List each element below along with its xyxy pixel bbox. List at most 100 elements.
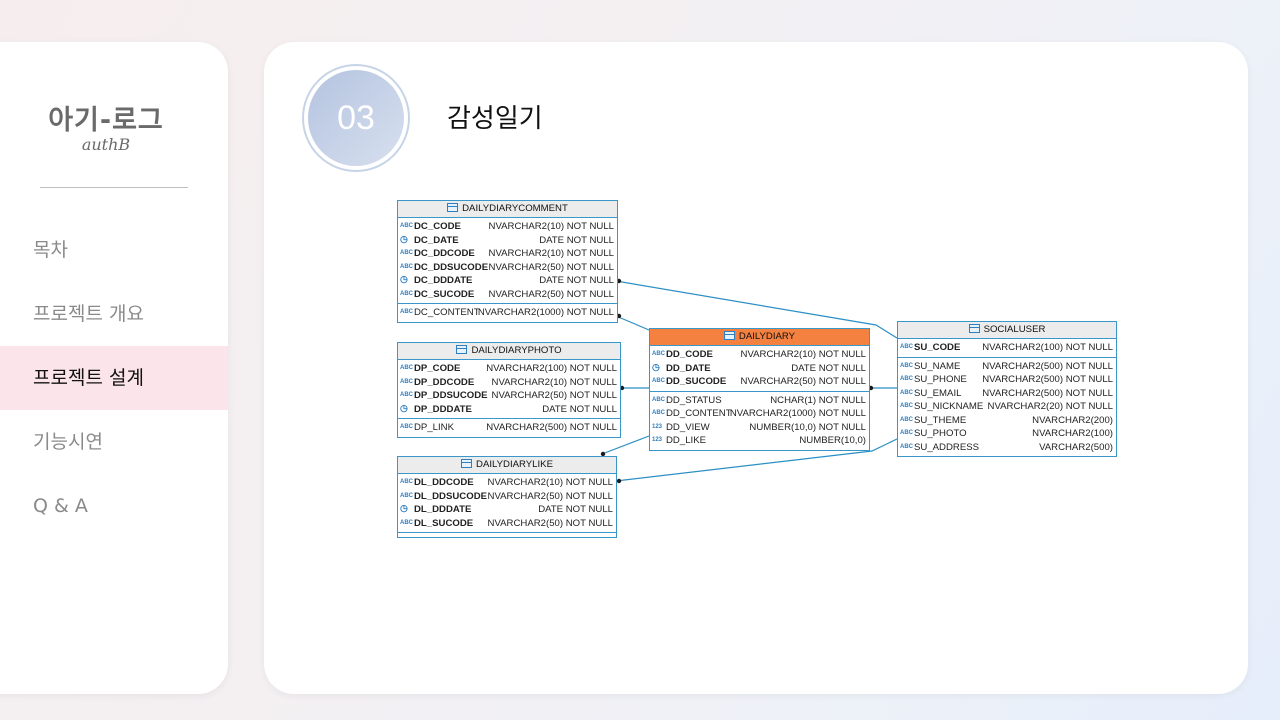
column-dl-ddcode[interactable]: ABC DL_DDCODE NVARCHAR2(10) NOT NULL xyxy=(398,476,616,490)
column-su-nickname[interactable]: ABC SU_NICKNAME NVARCHAR2(20) NOT NULL xyxy=(898,400,1116,414)
column-name: DC_CONTENT xyxy=(414,307,480,318)
column-type: NVARCHAR2(10) NOT NULL xyxy=(488,221,614,232)
column-name: DP_DDDATE xyxy=(414,403,472,415)
table-name: DAILYDIARYPHOTO xyxy=(471,345,562,356)
column-dl-ddsucode[interactable]: ABC DL_DDSUCODE NVARCHAR2(50) NOT NULL xyxy=(398,490,616,504)
column-dd-view[interactable]: 123 DD_VIEW NUMBER(10,0) NOT NULL xyxy=(650,421,869,435)
date-type-icon: ◷ xyxy=(400,402,408,413)
column-dd-sucode[interactable]: ABC DD_SUCODE NVARCHAR2(50) NOT NULL xyxy=(650,375,869,389)
column-name: SU_PHOTO xyxy=(914,428,967,439)
key-separator xyxy=(398,532,616,533)
column-type: NVARCHAR2(200) xyxy=(1032,414,1113,426)
column-type: NVARCHAR2(10) NOT NULL xyxy=(487,477,613,488)
column-type: DATE NOT NULL xyxy=(538,504,613,515)
text-type-icon: ABC xyxy=(900,376,913,382)
column-name: DP_CODE xyxy=(414,363,461,374)
key-separator xyxy=(398,303,617,304)
table-socialuser[interactable]: SOCIALUSER ABC SU_CODE NVARCHAR2(100) NOT N… xyxy=(897,321,1117,457)
table-header: SOCIALUSER xyxy=(898,322,1116,339)
table-icon xyxy=(461,459,473,468)
table-icon xyxy=(447,203,459,212)
column-name: DD_LIKE xyxy=(666,435,706,446)
text-type-icon: ABC xyxy=(400,378,413,385)
number-type-icon: 123 xyxy=(652,437,663,443)
column-name: DC_DDSUCODE xyxy=(414,261,489,273)
key-separator xyxy=(898,356,1116,358)
table-dailydiary[interactable]: DAILYDIARY ABC DD_CODE NVARCHAR2(10) NOT NU… xyxy=(649,328,870,451)
column-su-name[interactable]: ABC SU_NAME NVARCHAR2(500) NOT NULL xyxy=(898,360,1116,374)
column-dd-content[interactable]: ABC DD_CONTENT NVARCHAR2(1000) NOT NULL xyxy=(650,407,869,421)
table-dailydiaryphoto[interactable]: DAILYDIARYPHOTO ABC DP_CODE NVARCHAR2(100) … xyxy=(397,342,621,438)
column-type: NUMBER(10,0) NOT NULL xyxy=(749,421,866,433)
column-su-theme[interactable]: ABC SU_THEME NVARCHAR2(200) xyxy=(898,414,1116,428)
column-name: DP_DDCODE xyxy=(414,376,475,388)
table-header: DAILYDIARYPHOTO xyxy=(398,343,620,360)
column-type: NUMBER(10,0) xyxy=(799,435,866,446)
text-type-icon: ABC xyxy=(400,365,413,371)
column-type: DATE NOT NULL xyxy=(791,362,866,374)
column-dd-status[interactable]: ABC DD_STATUS NCHAR(1) NOT NULL xyxy=(650,394,869,408)
column-type: NVARCHAR2(50) NOT NULL xyxy=(488,261,614,273)
key-separator xyxy=(650,390,869,392)
text-type-icon: ABC xyxy=(400,519,413,526)
column-su-address[interactable]: ABC SU_ADDRESS VARCHAR2(500) xyxy=(898,441,1116,455)
column-type: NVARCHAR2(50) NOT NULL xyxy=(740,376,866,387)
column-dp-code[interactable]: ABC DP_CODE NVARCHAR2(100) NOT NULL xyxy=(398,362,620,376)
column-type: NVARCHAR2(100) NOT NULL xyxy=(982,342,1113,353)
date-type-icon: ◷ xyxy=(400,233,408,244)
column-name: DL_SUCODE xyxy=(414,517,474,529)
text-type-icon: ABC xyxy=(652,351,665,357)
column-dl-dddate[interactable]: ◷ DL_DDDATE DATE NOT NULL xyxy=(398,503,616,517)
column-type: NVARCHAR2(500) NOT NULL xyxy=(982,387,1113,399)
column-su-phone[interactable]: ABC SU_PHONE NVARCHAR2(500) NOT NULL xyxy=(898,373,1116,387)
column-dp-link[interactable]: ABC DP_LINK NVARCHAR2(500) NOT NULL xyxy=(398,421,620,435)
column-dc-date[interactable]: ◷ DC_DATE DATE NOT NULL xyxy=(398,234,617,248)
column-dp-ddsucode[interactable]: ABC DP_DDSUCODE NVARCHAR2(50) NOT NULL xyxy=(398,389,620,403)
column-type: NVARCHAR2(500) NOT NULL xyxy=(982,374,1113,385)
column-dp-dddate[interactable]: ◷ DP_DDDATE DATE NOT NULL xyxy=(398,403,620,417)
column-name: DP_LINK xyxy=(414,422,454,433)
column-name: DL_DDCODE xyxy=(414,477,474,488)
relationship-dailydiarycomment-to-dailydiary xyxy=(615,315,650,331)
text-type-icon: ABC xyxy=(900,403,913,409)
column-dc-sucode[interactable]: ABC DC_SUCODE NVARCHAR2(50) NOT NULL xyxy=(398,288,617,302)
text-type-icon: ABC xyxy=(900,430,913,436)
column-type: VARCHAR2(500) xyxy=(1039,441,1113,453)
text-type-icon: ABC xyxy=(900,389,913,396)
text-type-icon: ABC xyxy=(400,492,413,499)
text-type-icon: ABC xyxy=(400,223,413,229)
table-dailydiarylike[interactable]: DAILYDIARYLIKE ABC DL_DDCODE NVARCHAR2(10) … xyxy=(397,456,617,538)
column-type: NVARCHAR2(10) NOT NULL xyxy=(488,248,614,259)
column-type: NVARCHAR2(1000) NOT NULL xyxy=(729,408,866,419)
column-su-photo[interactable]: ABC SU_PHOTO NVARCHAR2(100) xyxy=(898,427,1116,441)
column-dc-ddcode[interactable]: ABC DC_DDCODE NVARCHAR2(10) NOT NULL xyxy=(398,247,617,261)
column-type: NVARCHAR2(100) xyxy=(1032,428,1113,439)
column-type: DATE NOT NULL xyxy=(539,275,614,286)
table-header: DAILYDIARY xyxy=(650,329,869,346)
column-dl-sucode[interactable]: ABC DL_SUCODE NVARCHAR2(50) NOT NULL xyxy=(398,517,616,531)
column-su-code[interactable]: ABC SU_CODE NVARCHAR2(100) NOT NULL xyxy=(898,341,1116,355)
column-dd-date[interactable]: ◷ DD_DATE DATE NOT NULL xyxy=(650,362,869,376)
relationship-dailydiarylike-to-dailydiary xyxy=(601,435,650,455)
column-dc-dddate[interactable]: ◷ DC_DDDATE DATE NOT NULL xyxy=(398,274,617,288)
column-dp-ddcode[interactable]: ABC DP_DDCODE NVARCHAR2(10) NOT NULL xyxy=(398,376,620,390)
column-dc-ddsucode[interactable]: ABC DC_DDSUCODE NVARCHAR2(50) NOT NULL xyxy=(398,261,617,275)
column-name: DD_VIEW xyxy=(666,421,710,433)
column-dc-content[interactable]: ABC DC_CONTENT NVARCHAR2(1000) NOT NULL xyxy=(398,306,617,320)
text-type-icon: ABC xyxy=(900,416,913,423)
column-name: DD_CONTENT xyxy=(666,408,732,419)
table-dailydiarycomment[interactable]: DAILYDIARYCOMMENT ABC DC_CODE NVARCHAR2(10)… xyxy=(397,200,618,323)
column-dc-code[interactable]: ABC DC_CODE NVARCHAR2(10) NOT NULL xyxy=(398,220,617,234)
column-type: NVARCHAR2(1000) NOT NULL xyxy=(477,307,614,318)
column-su-email[interactable]: ABC SU_EMAIL NVARCHAR2(500) NOT NULL xyxy=(898,387,1116,401)
text-type-icon: ABC xyxy=(400,309,413,315)
date-type-icon: ◷ xyxy=(400,503,408,513)
column-dd-code[interactable]: ABC DD_CODE NVARCHAR2(10) NOT NULL xyxy=(650,348,869,362)
column-type: NVARCHAR2(500) NOT NULL xyxy=(486,422,617,433)
column-name: SU_NICKNAME xyxy=(914,401,984,412)
text-type-icon: ABC xyxy=(400,290,413,297)
column-dd-like[interactable]: 123 DD_LIKE NUMBER(10,0) xyxy=(650,434,869,448)
column-type: NVARCHAR2(10) NOT NULL xyxy=(491,376,617,388)
relationship-endpoint xyxy=(616,478,622,484)
column-name: SU_EMAIL xyxy=(914,387,962,399)
